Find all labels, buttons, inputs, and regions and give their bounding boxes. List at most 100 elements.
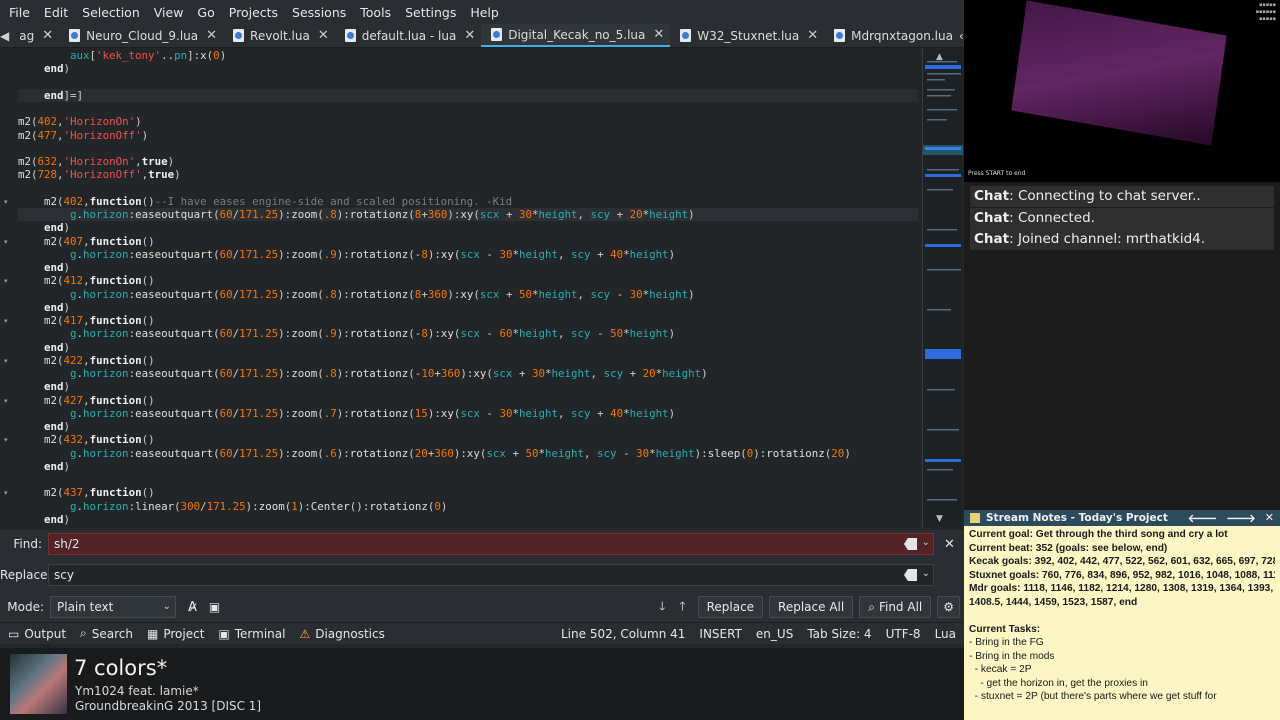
fold-arrow-icon[interactable]: ▾	[4, 357, 8, 365]
scroll-down-icon[interactable]: ▼	[936, 514, 943, 524]
code-line[interactable]: m2(402,function()--I have eases engine-s…	[18, 195, 918, 208]
code-line[interactable]: m2(728,'HorizonOff',true)	[18, 168, 918, 181]
code-line[interactable]: g.horizon:linear(300/171.25):zoom(1):Cen…	[18, 500, 918, 513]
tab-mdrqnxtagon[interactable]: Mdrqnxtagon.lua	[824, 24, 959, 47]
code-line[interactable]: end)	[18, 460, 918, 473]
menu-settings[interactable]: Settings	[398, 5, 463, 20]
close-icon[interactable]: ✕	[42, 28, 53, 43]
code-line[interactable]: ​	[18, 142, 918, 155]
code-line[interactable]: m2(632,'HorizonOn',true)	[18, 155, 918, 168]
selection-only-icon[interactable]: ▣	[209, 600, 220, 614]
code-line[interactable]: m2(402,'HorizonOn')	[18, 115, 918, 128]
scroll-up-icon[interactable]: ▲	[936, 52, 943, 62]
code-line[interactable]: ​	[18, 473, 918, 486]
tab-digital-kecak[interactable]: Digital_Kecak_no_5.lua ✕	[481, 24, 671, 47]
code-line[interactable]: g.horizon:easeoutquart(60/171.25):zoom(.…	[18, 288, 918, 301]
syntax-mode[interactable]: Lua	[935, 627, 956, 641]
tab-size[interactable]: Tab Size: 4	[807, 627, 871, 641]
code-line[interactable]: g.horizon:easeoutquart(60/171.25):zoom(.…	[18, 367, 918, 380]
fold-gutter[interactable]: ▾ ▾ ▾ ▾ ▾ ▾ ▾ ▾	[0, 49, 16, 527]
output-panel-button[interactable]: ▭ Output	[8, 627, 66, 641]
code-line[interactable]: end)	[18, 301, 918, 314]
code-line[interactable]: g.horizon:easeoutquart(60/171.25):zoom(.…	[18, 447, 918, 460]
replace-input[interactable]: scy ⌄	[48, 564, 934, 586]
find-input[interactable]: sh/2 ⌄	[48, 533, 934, 555]
code-line[interactable]: ​	[18, 102, 918, 115]
code-line[interactable]: end)	[18, 221, 918, 234]
diagnostics-panel-button[interactable]: ⚠ Diagnostics	[299, 627, 384, 641]
fold-arrow-icon[interactable]: ▾	[4, 238, 8, 246]
tab-scroll-left-icon[interactable]: ◀	[0, 24, 9, 47]
menu-view[interactable]: View	[147, 5, 191, 20]
code-line[interactable]: m2(427,function()	[18, 394, 918, 407]
menu-selection[interactable]: Selection	[75, 5, 147, 20]
code-line[interactable]: end)	[18, 62, 918, 75]
close-icon[interactable]: ✕	[1265, 511, 1274, 525]
tab-stuxnet[interactable]: W32_Stuxnet.lua ✕	[670, 24, 824, 47]
tab-scroll-left-icon[interactable]: ‹	[959, 29, 964, 43]
chevron-down-icon[interactable]: ⌄	[922, 537, 930, 548]
code-line[interactable]: end)	[18, 420, 918, 433]
fold-arrow-icon[interactable]: ▾	[4, 436, 8, 444]
replace-button[interactable]: Replace	[697, 596, 764, 618]
menu-file[interactable]: File	[2, 5, 37, 20]
chevron-down-icon[interactable]: ⌄	[922, 568, 930, 579]
fold-arrow-icon[interactable]: ▾	[4, 277, 8, 285]
menu-sessions[interactable]: Sessions	[285, 5, 353, 20]
code-line[interactable]: m2(437,function()	[18, 486, 918, 499]
code-line[interactable]: end)	[18, 261, 918, 274]
fold-arrow-icon[interactable]: ▾	[4, 397, 8, 405]
code-line[interactable]: end)	[18, 341, 918, 354]
mode-select[interactable]: Plain text ⌄	[50, 596, 176, 618]
replace-all-button[interactable]: Replace All	[769, 596, 854, 618]
code-line[interactable]: end)	[18, 513, 918, 526]
menu-go[interactable]: Go	[190, 5, 221, 20]
close-icon[interactable]: ✕	[464, 28, 475, 43]
close-icon[interactable]: ✕	[944, 537, 955, 552]
code-line[interactable]: m2(477,'HorizonOff')	[18, 129, 918, 142]
code-line[interactable]: g.horizon:easeoutquart(60/171.25):zoom(.…	[18, 327, 918, 340]
code-line[interactable]: g.horizon:easeoutquart(60/171.25):zoom(.…	[18, 208, 918, 222]
input-mode[interactable]: INSERT	[699, 627, 742, 641]
clear-icon[interactable]	[904, 538, 917, 550]
tab-neuro-cloud[interactable]: Neuro_Cloud_9.lua ✕	[59, 24, 223, 47]
close-icon[interactable]: ✕	[318, 28, 329, 43]
arrow-down-icon[interactable]: 🡓	[659, 597, 665, 618]
code-line[interactable]: end)	[18, 380, 918, 393]
terminal-panel-button[interactable]: ▣ Terminal	[218, 627, 285, 641]
menu-projects[interactable]: Projects	[222, 5, 285, 20]
fold-arrow-icon[interactable]: ▾	[4, 489, 8, 497]
code-line[interactable]: m2(432,function()	[18, 433, 918, 446]
code-line[interactable]: m2(417,function()	[18, 314, 918, 327]
dictionary[interactable]: en_US	[756, 627, 793, 641]
menu-edit[interactable]: Edit	[37, 5, 75, 20]
tab-revolt[interactable]: Revolt.lua ✕	[223, 24, 335, 47]
minimap-scrollbar[interactable]	[922, 49, 963, 527]
code-line[interactable]: g.horizon:easeoutquart(60/171.25):zoom(.…	[18, 407, 918, 420]
search-panel-button[interactable]: ⌕ Search	[80, 626, 133, 641]
arrow-right-icon[interactable]: 🡒	[1226, 511, 1256, 525]
fold-arrow-icon[interactable]: ▾	[4, 317, 8, 325]
find-all-button[interactable]: ⌕ Find All	[859, 596, 932, 618]
close-icon[interactable]: ✕	[807, 28, 818, 43]
fold-arrow-icon[interactable]: ▾	[4, 198, 8, 206]
tab-ag[interactable]: ag ✕	[9, 24, 59, 47]
menu-tools[interactable]: Tools	[353, 5, 398, 20]
tab-default[interactable]: default.lua - lua ✕	[335, 24, 482, 47]
code-line[interactable]: m2(407,function()	[18, 235, 918, 248]
arrow-up-icon[interactable]: 🡑	[679, 597, 685, 618]
encoding[interactable]: UTF-8	[886, 627, 921, 641]
match-case-icon[interactable]: A̷	[188, 600, 197, 615]
project-panel-button[interactable]: ▦ Project	[147, 627, 204, 641]
code-line[interactable]: g.horizon:easeoutquart(60/171.25):zoom(.…	[18, 248, 918, 261]
code-line[interactable]: end]=]	[18, 88, 918, 102]
code-view[interactable]: ▾ ▾ ▾ ▾ ▾ ▾ ▾ ▾ aux['kek_tony'..pn]:x(0) end)​ …	[0, 49, 964, 527]
code-line[interactable]: ​	[18, 76, 918, 89]
arrow-left-icon[interactable]: 🡐	[1188, 511, 1218, 525]
clear-icon[interactable]	[904, 569, 917, 581]
close-icon[interactable]: ✕	[206, 28, 217, 43]
menu-help[interactable]: Help	[463, 5, 506, 20]
code-line[interactable]: ​	[18, 182, 918, 195]
code-line[interactable]: m2(412,function()	[18, 274, 918, 287]
code-line[interactable]: aux['kek_tony'..pn]:x(0)	[18, 49, 918, 62]
